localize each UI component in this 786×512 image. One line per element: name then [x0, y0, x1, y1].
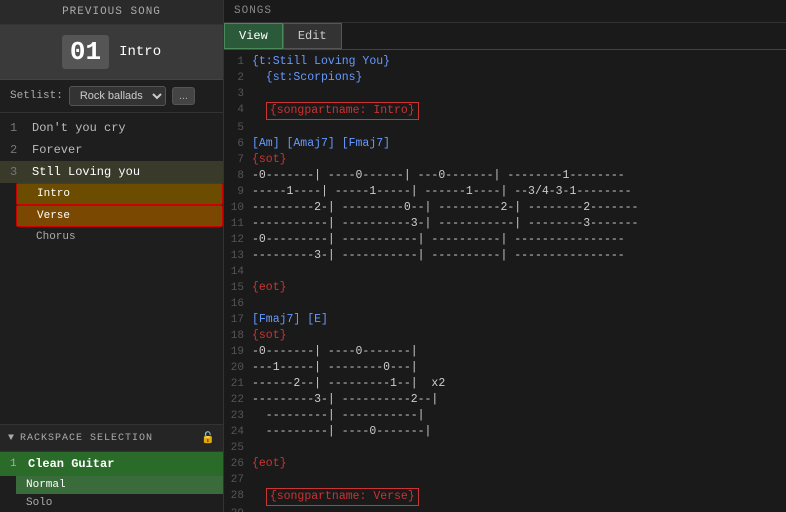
setlist-row: Setlist: Rock ballads ...: [0, 80, 223, 113]
tabs-row: View Edit: [224, 23, 786, 50]
song-num-1: 1: [10, 121, 24, 135]
line-17: 17 [Fmaj7] [E]: [224, 312, 786, 328]
rack-sub-normal[interactable]: Normal: [16, 476, 223, 494]
rack-sub-items: Normal Solo: [0, 476, 223, 512]
line-13: 13 ---------3-| -----------| ----------|…: [224, 248, 786, 264]
song-parts: Intro Verse Chorus: [0, 183, 223, 247]
line-15: 15 {eot}: [224, 280, 786, 296]
line-20: 20 ---1-----| --------0---|: [224, 360, 786, 376]
song-title-1: Don't you cry: [32, 121, 126, 135]
line-6: 6 [Am] [Amaj7] [Fmaj7]: [224, 136, 786, 152]
song-num-3: 3: [10, 165, 24, 179]
more-button[interactable]: ...: [172, 87, 195, 105]
line-16: 16: [224, 296, 786, 312]
song-number: 01: [62, 35, 109, 69]
setlist-select[interactable]: Rock ballads: [69, 86, 166, 106]
triangle-icon: ▼: [8, 433, 14, 444]
line-18: 18 {sot}: [224, 328, 786, 344]
line-26: 26 {eot}: [224, 456, 786, 472]
main-content: SONGS View Edit 1 {t:Still Loving You} 2…: [224, 0, 786, 512]
song-item-2[interactable]: 2 Forever: [0, 139, 223, 161]
line-14: 14: [224, 264, 786, 280]
rack-name-1: Clean Guitar: [28, 457, 114, 471]
prev-song-button[interactable]: PREVIOUS SONG: [0, 0, 223, 25]
line-2: 2 {st:Scorpions}: [224, 70, 786, 86]
current-song-button[interactable]: 01 Intro: [0, 25, 223, 80]
line-10: 10 ---------2-| ---------0--| ---------2…: [224, 200, 786, 216]
editor-area[interactable]: 1 {t:Still Loving You} 2 {st:Scorpions} …: [224, 50, 786, 512]
line-11: 11 -----------| ----------3-| ----------…: [224, 216, 786, 232]
line-24: 24 ---------| ----0-------|: [224, 424, 786, 440]
line-8: 8 -0-------| ----0------| ---0-------| -…: [224, 168, 786, 184]
rack-sub-solo[interactable]: Solo: [16, 494, 223, 512]
song-title-2: Forever: [32, 143, 82, 157]
part-intro[interactable]: Intro: [16, 183, 223, 205]
line-4: 4 {songpartname: Intro}: [224, 102, 786, 120]
sidebar: PREVIOUS SONG 01 Intro Setlist: Rock bal…: [0, 0, 224, 512]
songpart-intro-tag: {songpartname: Intro}: [266, 102, 419, 120]
part-chorus[interactable]: Chorus: [16, 227, 223, 247]
rackspace-title: RACKSPACE SELECTION: [20, 433, 195, 444]
line-9: 9 -----1----| -----1-----| ------1----| …: [224, 184, 786, 200]
song-item-3[interactable]: 3 Stll Loving you: [0, 161, 223, 183]
rack-items: 1 Clean Guitar Normal Solo: [0, 452, 223, 512]
tab-view[interactable]: View: [224, 23, 283, 49]
rack-item-1[interactable]: 1 Clean Guitar: [0, 452, 223, 476]
line-27: 27: [224, 472, 786, 488]
line-19: 19 -0-------| ----0-------|: [224, 344, 786, 360]
line-23: 23 ---------| -----------|: [224, 408, 786, 424]
song-title-3: Stll Loving you: [32, 165, 140, 179]
song-num-2: 2: [10, 143, 24, 157]
songpart-verse-tag: {songpartname: Verse}: [266, 488, 419, 506]
line-12: 12 -0---------| -----------| ----------|…: [224, 232, 786, 248]
rack-num-1: 1: [10, 458, 20, 470]
song-item-1[interactable]: 1 Don't you cry: [0, 117, 223, 139]
song-title: Intro: [119, 44, 161, 60]
setlist-label: Setlist:: [10, 90, 63, 102]
line-28: 28 {songpartname: Verse}: [224, 488, 786, 506]
part-verse[interactable]: Verse: [16, 205, 223, 227]
line-25: 25: [224, 440, 786, 456]
line-5: 5: [224, 120, 786, 136]
line-1: 1 {t:Still Loving You}: [224, 54, 786, 70]
line-7: 7 {sot}: [224, 152, 786, 168]
song-list: 1 Don't you cry 2 Forever 3 Stll Loving …: [0, 113, 223, 424]
line-22: 22 ---------3-| ----------2--|: [224, 392, 786, 408]
rackspace-header: ▼ RACKSPACE SELECTION 🔓: [0, 424, 223, 452]
line-29: 29: [224, 506, 786, 512]
lock-icon: 🔓: [201, 431, 215, 445]
tab-edit[interactable]: Edit: [283, 23, 342, 49]
songs-header: SONGS: [224, 0, 786, 23]
line-21: 21 ------2--| ---------1--| x2: [224, 376, 786, 392]
line-3: 3: [224, 86, 786, 102]
